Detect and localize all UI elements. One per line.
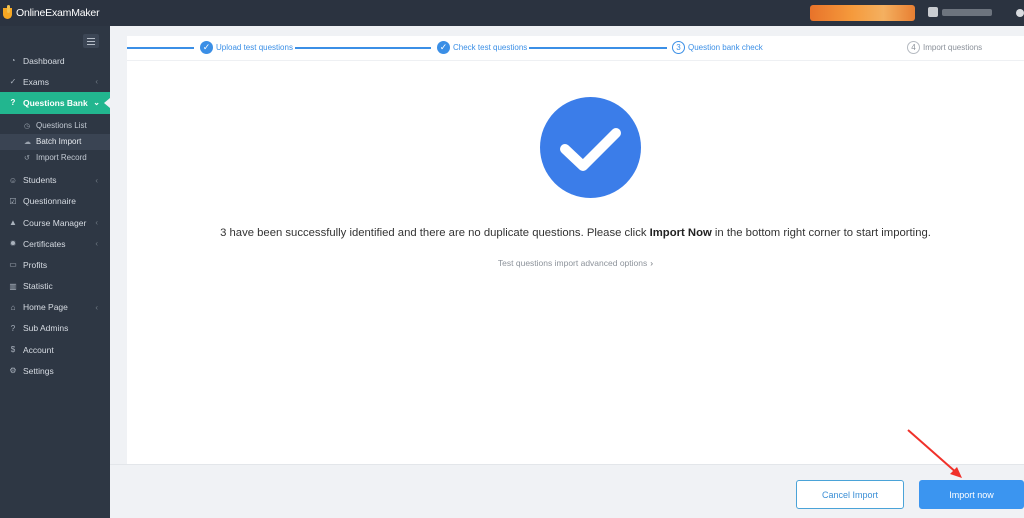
sidebar: ◔ Dashboard ✓ Exams ‹ ? Questions Bank ⌄… <box>0 26 110 518</box>
sidebar-subitem-label: Questions List <box>36 121 87 131</box>
sidebar-item-home-page[interactable]: ⌂ Home Page ‹ <box>0 297 110 318</box>
check-icon: ✓ <box>200 41 213 54</box>
chevron-left-icon: ‹ <box>95 217 98 227</box>
sidebar-item-settings[interactable]: ⚙ Settings <box>0 360 110 381</box>
sidebar-item-profits[interactable]: ▭ Profits <box>0 254 110 275</box>
step-connector <box>127 47 194 49</box>
import-steps: ✓ Upload test questions ✓ Check test que… <box>127 36 1024 60</box>
bar-chart-icon: ▥ <box>9 281 17 291</box>
success-check-icon <box>540 97 641 198</box>
sidebar-item-students[interactable]: ☺ Students ‹ <box>0 170 110 191</box>
graduation-cap-icon: ▲ <box>9 218 17 228</box>
sidebar-item-label: Certificates <box>23 238 66 249</box>
chevron-left-icon: ‹ <box>95 302 98 312</box>
help-circle-icon: ? <box>10 323 16 333</box>
sidebar-item-label: Account <box>23 344 54 355</box>
sidebar-item-statistic[interactable]: ▥ Statistic <box>0 276 110 297</box>
sidebar-subitem-import-record[interactable]: ↺ Import Record <box>0 150 110 166</box>
sidebar-item-label: Exams <box>23 76 49 87</box>
sidebar-subitem-label: Import Record <box>36 153 87 163</box>
chevron-left-icon: ‹ <box>95 77 98 87</box>
step-connector <box>295 47 431 49</box>
step-label: Check test questions <box>453 43 528 52</box>
logo[interactable]: OnlineExamMaker <box>3 5 100 20</box>
question-circle-icon: ? <box>10 98 16 108</box>
cancel-import-button[interactable]: Cancel Import <box>796 480 904 509</box>
redacted-account-badge[interactable] <box>810 5 915 21</box>
speedometer-icon: ◔ <box>10 56 16 66</box>
step-label: Upload test questions <box>216 43 293 52</box>
sidebar-item-dashboard[interactable]: ◔ Dashboard <box>0 50 110 71</box>
sidebar-subitem-batch-import[interactable]: ☁ Batch Import <box>0 133 110 150</box>
step-label: Question bank check <box>688 43 763 52</box>
advanced-options-link[interactable]: Test questions import advanced options › <box>127 258 1024 268</box>
annotation-arrow-icon <box>907 429 962 478</box>
sidebar-item-exams[interactable]: ✓ Exams ‹ <box>0 71 110 92</box>
chevron-left-icon: ‹ <box>95 239 98 249</box>
sidebar-item-questionnaire[interactable]: ☑ Questionnaire <box>0 191 110 212</box>
users-icon: ☺ <box>8 175 18 185</box>
sidebar-item-account[interactable]: $ Account <box>0 339 110 360</box>
sidebar-item-label: Questionnaire <box>23 196 76 207</box>
message-text: 3 have been successfully identified and … <box>220 227 650 239</box>
checkbox-icon: ☑ <box>9 196 17 206</box>
sidebar-nav: ◔ Dashboard ✓ Exams ‹ ? Questions Bank ⌄… <box>0 50 110 381</box>
sidebar-item-label: Dashboard <box>23 55 65 66</box>
sidebar-item-label: Sub Admins <box>23 323 69 334</box>
top-bar: OnlineExamMaker <box>0 0 1024 26</box>
check-circle-icon: ✓ <box>9 77 17 87</box>
dollar-icon: $ <box>10 345 16 355</box>
gear-icon: ⚙ <box>9 366 17 376</box>
import-now-button[interactable]: Import now <box>919 480 1024 509</box>
logo-icon <box>3 5 14 20</box>
cloud-upload-icon: ☁ <box>24 138 31 146</box>
logo-text: OnlineExamMaker <box>16 6 100 19</box>
chevron-down-icon: ⌄ <box>93 98 100 108</box>
step-import: 4 Import questions <box>907 41 982 54</box>
sidebar-item-label: Profits <box>23 259 48 270</box>
redacted-username[interactable] <box>942 9 992 16</box>
step-check: ✓ Check test questions <box>437 41 527 54</box>
success-message: 3 have been successfully identified and … <box>127 227 1024 239</box>
sidebar-item-label: Settings <box>23 365 54 376</box>
sidebar-item-course-manager[interactable]: ▲ Course Manager ‹ <box>0 212 110 233</box>
step-number: 4 <box>907 41 920 54</box>
sidebar-item-label: Questions Bank <box>23 97 88 108</box>
sidebar-item-sub-admins[interactable]: ? Sub Admins <box>0 318 110 339</box>
sidebar-subitem-label: Batch Import <box>36 137 82 147</box>
message-text: in the bottom right corner to start impo… <box>711 227 931 239</box>
step-question-bank-check: 3 Question bank check <box>672 41 763 54</box>
sidebar-subitem-questions-list[interactable]: ◷ Questions List <box>0 118 110 134</box>
check-icon: ✓ <box>437 41 450 54</box>
avatar[interactable] <box>928 7 938 17</box>
sidebar-item-label: Students <box>23 175 57 186</box>
history-icon: ↺ <box>24 154 30 162</box>
sidebar-item-label: Course Manager <box>23 217 87 228</box>
step-connector <box>529 47 667 49</box>
home-icon: ⌂ <box>10 302 16 312</box>
sidebar-item-label: Statistic <box>23 281 53 292</box>
step-number: 3 <box>672 41 685 54</box>
step-label: Import questions <box>923 43 983 52</box>
message-bold: Import Now <box>649 227 712 239</box>
chevron-right-icon: › <box>650 258 654 268</box>
sidebar-item-label: Home Page <box>23 302 68 313</box>
sidebar-item-questions-bank[interactable]: ? Questions Bank ⌄ <box>0 92 110 114</box>
user-menu-icon[interactable] <box>1016 9 1024 17</box>
divider <box>127 60 1024 61</box>
menu-toggle-icon[interactable] <box>83 34 99 48</box>
chevron-left-icon: ‹ <box>95 175 98 185</box>
step-upload: ✓ Upload test questions <box>200 41 293 54</box>
sidebar-item-certificates[interactable]: ✹ Certificates ‹ <box>0 233 110 254</box>
badge-icon: ✹ <box>9 239 17 249</box>
clock-icon: ◷ <box>24 122 31 130</box>
card-icon: ▭ <box>9 260 17 270</box>
advanced-options-label: Test questions import advanced options <box>497 258 648 268</box>
